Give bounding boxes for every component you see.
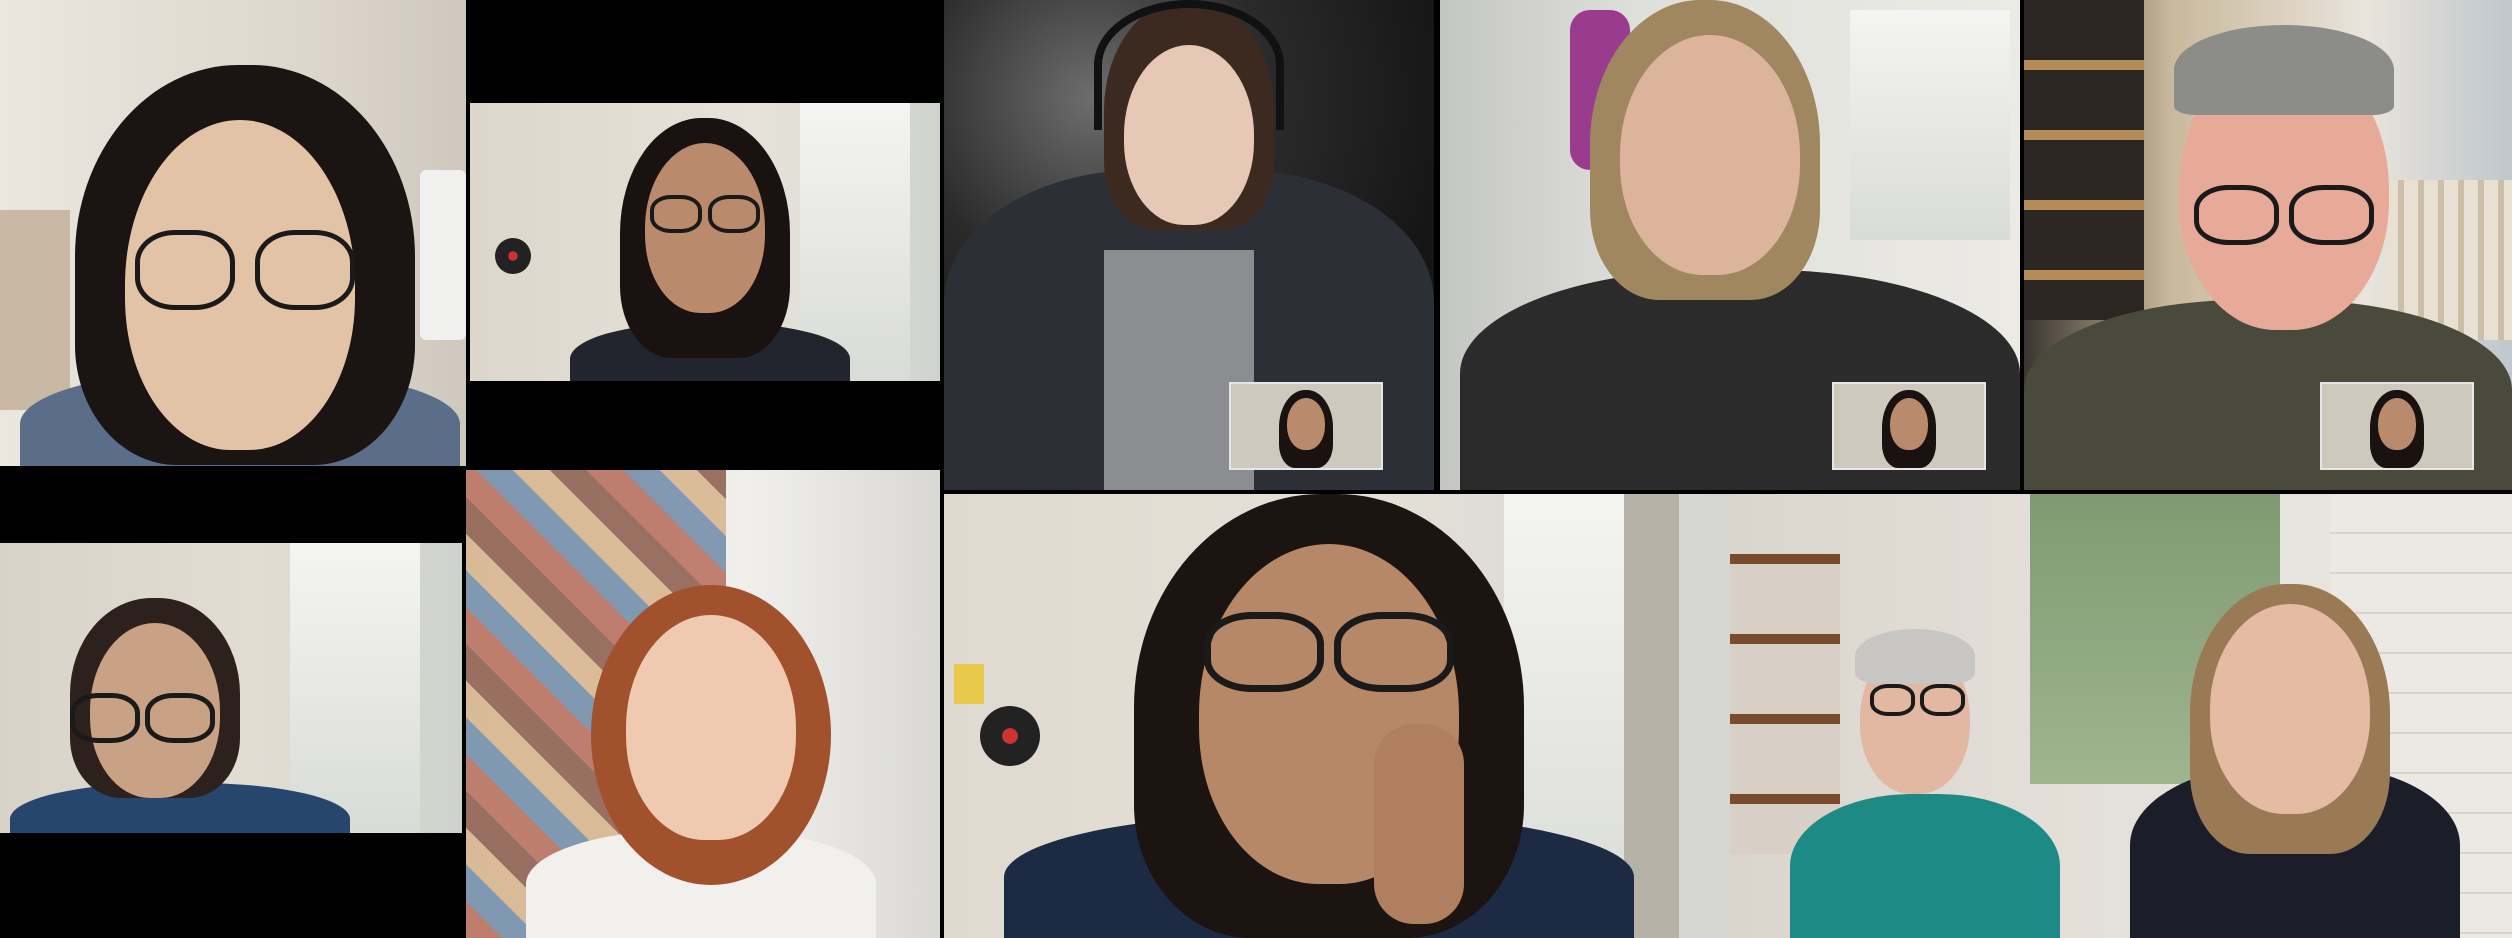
shelves — [2024, 0, 2144, 320]
face-right — [2210, 604, 2370, 814]
video-tile-3[interactable] — [944, 0, 1434, 490]
hair — [2174, 25, 2394, 115]
face — [626, 615, 796, 840]
vinyl-record-icon — [980, 706, 1040, 766]
hair-left — [1855, 629, 1975, 684]
glasses-icon — [135, 230, 235, 310]
glasses-icon — [70, 693, 140, 743]
face — [2378, 398, 2416, 450]
video-tile-8[interactable] — [944, 494, 1730, 938]
headset-icon — [1094, 0, 1284, 130]
glasses-icon — [255, 230, 355, 310]
glasses-icon — [2194, 185, 2279, 245]
glasses-icon — [1920, 684, 1965, 716]
window — [1850, 10, 2010, 240]
wall-art — [0, 210, 70, 410]
face — [1287, 398, 1325, 450]
glasses-icon — [708, 195, 760, 233]
glasses-icon — [145, 693, 215, 743]
glasses-icon — [1334, 612, 1454, 692]
video-area — [0, 543, 462, 833]
sticky-note — [954, 664, 984, 704]
face — [1890, 398, 1928, 450]
hand — [1374, 724, 1464, 924]
window — [290, 543, 420, 833]
self-view-thumbnail[interactable] — [2320, 382, 2474, 470]
glasses-icon — [1870, 684, 1915, 716]
self-view-thumbnail[interactable] — [1832, 382, 1986, 470]
video-tile-6[interactable] — [0, 470, 462, 938]
video-tile-7[interactable] — [466, 470, 940, 938]
video-tile-1[interactable] — [0, 0, 466, 466]
video-tile-4[interactable] — [1440, 0, 2020, 490]
video-tile-9[interactable] — [1730, 494, 2512, 938]
glasses-icon — [2289, 185, 2374, 245]
face — [1620, 35, 1800, 275]
video-tile-5[interactable] — [2024, 0, 2512, 490]
bookshelf — [1730, 554, 1840, 854]
glasses-icon — [650, 195, 702, 233]
speaker-device — [420, 170, 466, 340]
shirt-left — [1790, 794, 2060, 938]
video-tile-2[interactable] — [470, 0, 940, 466]
self-view-thumbnail[interactable] — [1229, 382, 1383, 470]
glasses-icon — [1204, 612, 1324, 692]
vinyl-record-icon — [495, 238, 531, 274]
video-area — [470, 103, 940, 381]
